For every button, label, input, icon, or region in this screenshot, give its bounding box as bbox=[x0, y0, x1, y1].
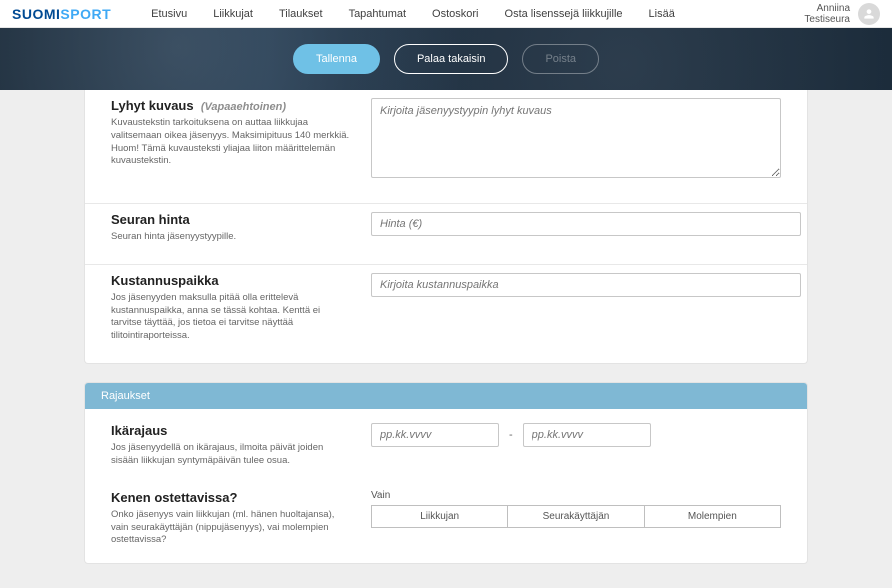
optional-hint: (Vapaaehtoinen) bbox=[201, 101, 286, 113]
nav-ostoskori[interactable]: Ostoskori bbox=[432, 8, 478, 20]
person-icon bbox=[862, 7, 876, 21]
logo[interactable]: SUOMISPORT bbox=[12, 6, 111, 22]
seg-seurakayttajan[interactable]: Seurakäyttäjän bbox=[508, 505, 644, 528]
logo-part1: SUOMI bbox=[12, 6, 60, 22]
who-help: Onko jäsenyys vain liikkujan (ml. hänen … bbox=[111, 509, 351, 547]
save-button[interactable]: Tallenna bbox=[293, 44, 380, 74]
short-desc-help: Kuvaustekstin tarkoituksena on auttaa li… bbox=[111, 117, 351, 168]
age-to-input[interactable] bbox=[523, 423, 651, 447]
nav-osta-lisensseja[interactable]: Osta lisenssejä liikkujille bbox=[505, 8, 623, 20]
short-desc-input[interactable] bbox=[371, 98, 781, 178]
main-nav: Etusivu Liikkujat Tilaukset Tapahtumat O… bbox=[151, 8, 675, 20]
section-club-price: Seuran hinta Seuran hinta jäsenyystyypil… bbox=[85, 204, 807, 265]
avatar[interactable] bbox=[858, 3, 880, 25]
age-limit-label: Ikärajaus bbox=[111, 423, 351, 438]
club-price-input[interactable] bbox=[371, 212, 801, 236]
user-info: Anniina Testiseura bbox=[804, 3, 850, 25]
hero-buttons: Tallenna Palaa takaisin Poista bbox=[293, 44, 599, 74]
nav-lisaa[interactable]: Lisää bbox=[649, 8, 675, 20]
date-dash: - bbox=[509, 429, 513, 441]
limits-stripe: Rajaukset bbox=[85, 383, 807, 409]
age-limit-help: Jos jäsenyydellä on ikärajaus, ilmoita p… bbox=[111, 442, 351, 468]
back-button[interactable]: Palaa takaisin bbox=[394, 44, 509, 74]
user-org: Testiseura bbox=[804, 14, 850, 25]
hero-banner: Tallenna Palaa takaisin Poista bbox=[0, 28, 892, 90]
nav-tapahtumat[interactable]: Tapahtumat bbox=[349, 8, 406, 20]
form-card: Lyhyt kuvaus (Vapaaehtoinen) Kuvaustekst… bbox=[84, 90, 808, 364]
section-who: Kenen ostettavissa? Onko jäsenyys vain l… bbox=[85, 476, 807, 555]
seg-molempien[interactable]: Molempien bbox=[645, 505, 781, 528]
age-date-range: - bbox=[371, 423, 781, 447]
cost-center-help: Jos jäsenyyden maksulla pitää olla eritt… bbox=[111, 292, 351, 343]
who-label: Kenen ostettavissa? bbox=[111, 490, 351, 505]
cost-center-input[interactable] bbox=[371, 273, 801, 297]
top-header: SUOMISPORT Etusivu Liikkujat Tilaukset T… bbox=[0, 0, 892, 28]
logo-part2: SPORT bbox=[60, 6, 111, 22]
section-cost-center: Kustannuspaikka Jos jäsenyyden maksulla … bbox=[85, 265, 807, 363]
user-name: Anniina bbox=[804, 3, 850, 14]
limits-card: Rajaukset Ikärajaus Jos jäsenyydellä on … bbox=[84, 382, 808, 564]
age-from-input[interactable] bbox=[371, 423, 499, 447]
seg-liikkujan[interactable]: Liikkujan bbox=[371, 505, 508, 528]
club-price-label: Seuran hinta bbox=[111, 212, 351, 227]
cost-center-label: Kustannuspaikka bbox=[111, 273, 351, 288]
section-age-limit: Ikärajaus Jos jäsenyydellä on ikärajaus,… bbox=[85, 409, 807, 476]
delete-button[interactable]: Poista bbox=[522, 44, 599, 74]
club-price-help: Seuran hinta jäsenyystyypille. bbox=[111, 231, 351, 244]
nav-liikkujat[interactable]: Liikkujat bbox=[213, 8, 253, 20]
nav-etusivu[interactable]: Etusivu bbox=[151, 8, 187, 20]
who-segmented: Liikkujan Seurakäyttäjän Molempien bbox=[371, 505, 781, 528]
short-desc-label: Lyhyt kuvaus (Vapaaehtoinen) bbox=[111, 98, 351, 113]
section-short-desc: Lyhyt kuvaus (Vapaaehtoinen) Kuvaustekst… bbox=[85, 90, 807, 204]
vain-label: Vain bbox=[371, 490, 781, 501]
nav-tilaukset[interactable]: Tilaukset bbox=[279, 8, 323, 20]
